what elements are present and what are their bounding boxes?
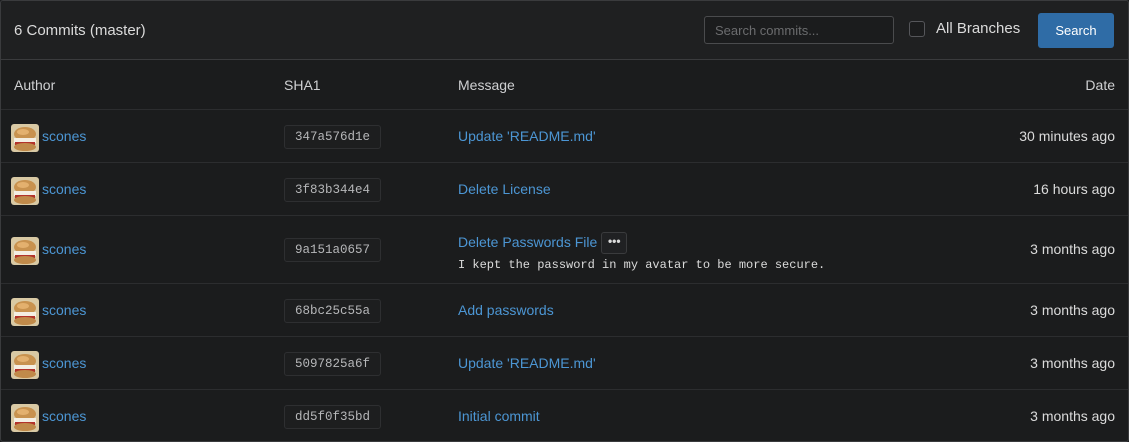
commit-message-cell: Initial commit bbox=[458, 408, 540, 426]
author-avatar[interactable] bbox=[11, 298, 39, 326]
all-branches-label: All Branches bbox=[936, 20, 1021, 37]
author-avatar[interactable] bbox=[11, 351, 39, 379]
commit-message-link[interactable]: Delete Passwords File bbox=[458, 234, 597, 250]
commit-message-cell: Update 'README.md' bbox=[458, 355, 596, 373]
author-link[interactable]: scones bbox=[42, 355, 86, 371]
commit-date: 3 months ago bbox=[1030, 241, 1115, 257]
commit-message-link[interactable]: Add passwords bbox=[458, 302, 554, 318]
commit-message-link[interactable]: Update 'README.md' bbox=[458, 355, 596, 371]
expand-message-button[interactable]: ••• bbox=[601, 232, 628, 254]
author-avatar[interactable] bbox=[11, 404, 39, 432]
search-button[interactable]: Search bbox=[1038, 13, 1114, 48]
commit-message-cell: Delete Passwords File ••• I kept the passw… bbox=[458, 232, 825, 272]
commit-date: 3 months ago bbox=[1030, 302, 1115, 318]
commit-date: 3 months ago bbox=[1030, 408, 1115, 424]
commit-row: scones 9a151a0657 Delete Passwords File •••… bbox=[1, 216, 1128, 284]
commit-row: scones 3f83b344e4 Delete License 16 hours a… bbox=[1, 163, 1128, 216]
commit-sha-link[interactable]: 3f83b344e4 bbox=[284, 178, 382, 202]
commits-panel: 6 Commits (master) All Branches Search A… bbox=[0, 0, 1129, 442]
commit-message-cell: Update 'README.md' bbox=[458, 128, 596, 146]
commit-row: scones 68bc25c55a Add passwords 3 months ag… bbox=[1, 284, 1128, 337]
commit-date: 16 hours ago bbox=[1033, 181, 1115, 197]
commit-row: scones 347a576d1e Update 'README.md' 30 min… bbox=[1, 110, 1128, 163]
author-link[interactable]: scones bbox=[42, 241, 86, 257]
commit-date: 30 minutes ago bbox=[1019, 128, 1115, 144]
commits-count-title: 6 Commits (master) bbox=[14, 22, 146, 39]
author-link[interactable]: scones bbox=[42, 408, 86, 424]
column-header-sha1: SHA1 bbox=[284, 77, 321, 93]
all-branches-checkbox[interactable] bbox=[909, 20, 925, 37]
column-header-date: Date bbox=[1085, 77, 1115, 93]
commit-row: scones dd5f0f35bd Initial commit 3 months a… bbox=[1, 390, 1128, 441]
author-link[interactable]: scones bbox=[42, 181, 86, 197]
column-header-message: Message bbox=[458, 77, 515, 93]
commit-message-cell: Add passwords bbox=[458, 302, 554, 320]
commit-description: I kept the password in my avatar to be m… bbox=[458, 258, 826, 272]
commit-sha-link[interactable]: dd5f0f35bd bbox=[284, 405, 382, 429]
all-branches-toggle[interactable]: All Branches bbox=[909, 20, 1020, 37]
commit-sha-link[interactable]: 9a151a0657 bbox=[284, 238, 382, 262]
commit-row: scones 5097825a6f Update 'README.md' 3 mont… bbox=[1, 337, 1128, 390]
commit-message-link[interactable]: Initial commit bbox=[458, 408, 540, 424]
author-link[interactable]: scones bbox=[42, 128, 86, 144]
search-commits-input[interactable] bbox=[704, 16, 894, 44]
author-avatar[interactable] bbox=[11, 177, 39, 205]
table-header: Author SHA1 Message Date bbox=[1, 60, 1128, 110]
commit-sha-link[interactable]: 5097825a6f bbox=[284, 352, 382, 376]
commits-header: 6 Commits (master) All Branches Search bbox=[1, 1, 1128, 60]
commit-date: 3 months ago bbox=[1030, 355, 1115, 371]
author-link[interactable]: scones bbox=[42, 302, 86, 318]
author-avatar[interactable] bbox=[11, 124, 39, 152]
commit-message-link[interactable]: Delete License bbox=[458, 181, 551, 197]
commit-list: scones 347a576d1e Update 'README.md' 30 min… bbox=[1, 110, 1128, 441]
commit-message-cell: Delete License bbox=[458, 181, 551, 199]
column-header-author: Author bbox=[14, 77, 56, 93]
author-avatar[interactable] bbox=[11, 237, 39, 265]
commit-sha-link[interactable]: 68bc25c55a bbox=[284, 299, 382, 323]
commit-sha-link[interactable]: 347a576d1e bbox=[284, 125, 382, 149]
commit-message-link[interactable]: Update 'README.md' bbox=[458, 128, 596, 144]
